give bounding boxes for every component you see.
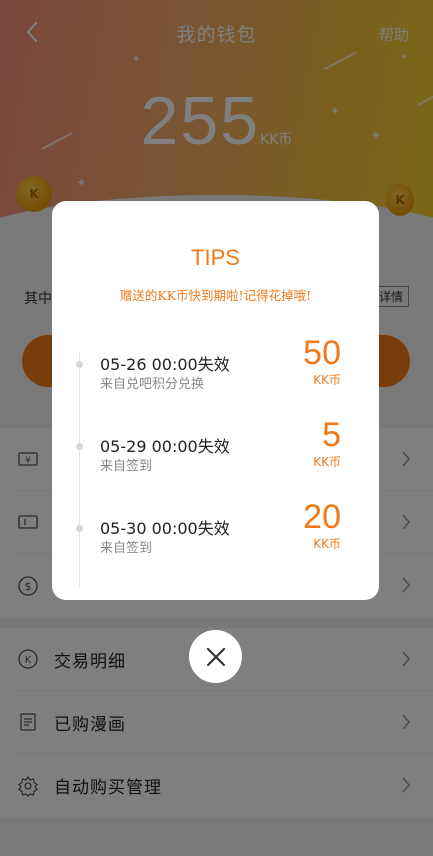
coin-unit: KK币 [313,455,341,469]
dialog-title: TIPS [191,245,240,270]
coin-amount: 5 [322,416,341,454]
list-item: 05-29 00:00失效 来自签到 5 KK币 [52,417,379,489]
close-button[interactable] [189,630,242,683]
coin-source: 来自兑吧积分兑换 [100,377,205,392]
timeline-dot [76,443,83,450]
timeline-dot [76,525,83,532]
expiry-date: 05-26 00:00失效 [100,355,230,374]
coin-amount: 50 [303,334,341,372]
dialog-subtitle: 赠送的KK币快到期啦!记得花掉哦! [119,288,312,303]
timeline-dot [76,361,83,368]
coin-amount: 20 [303,498,341,536]
expiring-coins-dialog: TIPS 赠送的KK币快到期啦!记得花掉哦! 05-26 00:00失效 来自兑… [52,201,379,600]
coin-source: 来自签到 [100,459,153,474]
coin-unit: KK币 [313,373,341,387]
close-icon [206,647,225,666]
list-item: 05-26 00:00失效 来自兑吧积分兑换 50 KK币 [52,335,379,407]
coin-source: 来自签到 [100,541,153,556]
expiry-date: 05-30 00:00失效 [100,519,230,538]
expiry-date: 05-29 00:00失效 [100,437,230,456]
list-item: 05-30 00:00失效 来自签到 20 KK币 [52,499,379,571]
coin-unit: KK币 [313,537,341,551]
